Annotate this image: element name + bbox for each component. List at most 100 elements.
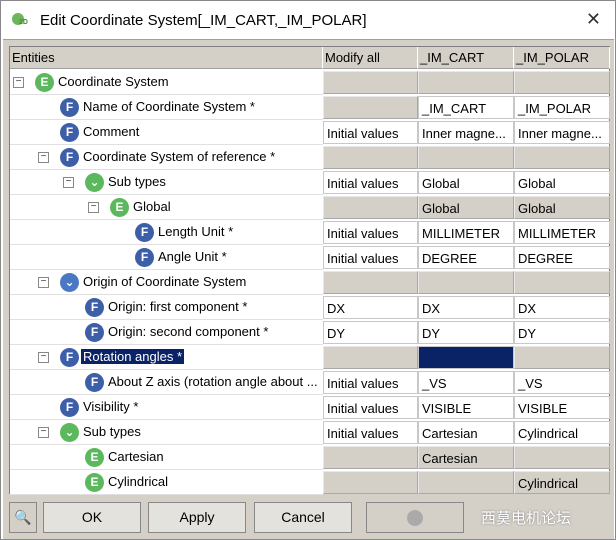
- modify-all-cell[interactable]: Initial values: [323, 121, 418, 144]
- modify-all-cell[interactable]: DX: [323, 296, 418, 319]
- im-cart-cell[interactable]: Cartesian: [418, 421, 514, 444]
- im-cart-cell[interactable]: _VS: [418, 371, 514, 394]
- collapse-toggle-icon[interactable]: −: [13, 77, 24, 88]
- tree-row[interactable]: − F Rotation angles *: [10, 345, 610, 370]
- modify-all-cell[interactable]: Initial values: [323, 221, 418, 244]
- tree-row[interactable]: F Visibility * Initial values VISIBLE VISIBL…: [10, 395, 610, 420]
- collapse-toggle-icon[interactable]: −: [88, 202, 99, 213]
- column-header-modify-all[interactable]: Modify all: [323, 47, 418, 69]
- im-polar-cell[interactable]: Cylindrical: [514, 421, 610, 444]
- field-icon: F: [135, 248, 154, 267]
- entity-cell[interactable]: F About Z axis (rotation angle about ...: [10, 370, 323, 395]
- modify-all-cell[interactable]: Initial values: [323, 421, 418, 444]
- button-bar: 🔍 OK Apply Cancel 西莫电机论坛: [9, 499, 610, 537]
- close-button[interactable]: ✕: [586, 9, 601, 30]
- modify-all-cell[interactable]: Initial values: [323, 171, 418, 194]
- entity-cell[interactable]: − ⌄ Sub types: [10, 420, 323, 445]
- im-cart-cell[interactable]: [418, 346, 514, 369]
- collapse-toggle-icon[interactable]: −: [38, 427, 49, 438]
- tree-row[interactable]: F Comment Initial values Inner magne... Inne…: [10, 120, 610, 145]
- collapse-toggle-icon[interactable]: −: [63, 177, 74, 188]
- entity-cell[interactable]: F Angle Unit *: [10, 245, 323, 270]
- tree-row[interactable]: − ⌄ Origin of Coordinate System: [10, 270, 610, 295]
- watermark: 西莫电机论坛: [481, 510, 572, 527]
- field-icon: F: [135, 223, 154, 242]
- apply-button[interactable]: Apply: [148, 502, 246, 533]
- im-cart-cell: [418, 271, 514, 294]
- entity-cell[interactable]: E Cartesian: [10, 445, 323, 470]
- entity-cell[interactable]: F Origin: second component *: [10, 320, 323, 345]
- help-icon[interactable]: 🔍: [9, 502, 37, 533]
- im-cart-cell[interactable]: Inner magne...: [418, 121, 514, 144]
- entity-cell[interactable]: − E Coordinate System: [10, 70, 323, 95]
- entity-label: Length Unit *: [158, 224, 234, 239]
- cancel-button[interactable]: Cancel: [254, 502, 352, 533]
- im-polar-cell[interactable]: DEGREE: [514, 246, 610, 269]
- im-cart-cell[interactable]: VISIBLE: [418, 396, 514, 419]
- modify-all-cell: [323, 71, 418, 94]
- column-header-im-cart[interactable]: _IM_CART: [418, 47, 514, 69]
- im-polar-cell[interactable]: MILLIMETER: [514, 221, 610, 244]
- modify-all-cell[interactable]: Initial values: [323, 396, 418, 419]
- field-icon: F: [85, 373, 104, 392]
- im-cart-cell[interactable]: _IM_CART: [418, 96, 514, 119]
- entity-cell[interactable]: − ⌄ Sub types: [10, 170, 323, 195]
- entity-label: Sub types: [83, 424, 141, 439]
- modify-all-cell[interactable]: Initial values: [323, 371, 418, 394]
- im-polar-cell[interactable]: DX: [514, 296, 610, 319]
- entity-cell[interactable]: − E Global: [10, 195, 323, 220]
- im-polar-cell[interactable]: Inner magne...: [514, 121, 610, 144]
- tree-row[interactable]: F Name of Coordinate System * _IM_CART _IM_…: [10, 95, 610, 120]
- im-polar-cell[interactable]: _VS: [514, 371, 610, 394]
- tree-row[interactable]: E Cartesian Cartesian: [10, 445, 610, 470]
- tree-row[interactable]: F Origin: second component * DY DY DY: [10, 320, 610, 345]
- tree-row[interactable]: F Origin: first component * DX DX DX: [10, 295, 610, 320]
- im-polar-cell[interactable]: DY: [514, 321, 610, 344]
- modify-all-cell: [323, 196, 418, 219]
- im-cart-cell[interactable]: DY: [418, 321, 514, 344]
- im-cart-cell[interactable]: Global: [418, 171, 514, 194]
- im-cart-cell[interactable]: DX: [418, 296, 514, 319]
- tree-row[interactable]: − ⌄ Sub types Initial values Cartesian Cylind…: [10, 420, 610, 445]
- entity-cell[interactable]: F Name of Coordinate System *: [10, 95, 323, 120]
- im-polar-cell: [514, 271, 610, 294]
- im-cart-cell[interactable]: DEGREE: [418, 246, 514, 269]
- ok-button[interactable]: OK: [43, 502, 141, 533]
- im-polar-cell[interactable]: VISIBLE: [514, 396, 610, 419]
- entity-label: Name of Coordinate System *: [83, 99, 255, 114]
- entity-label: Cartesian: [108, 449, 164, 464]
- entity-cell[interactable]: F Length Unit *: [10, 220, 323, 245]
- collapse-toggle-icon[interactable]: −: [38, 352, 49, 363]
- column-header-entities[interactable]: Entities: [10, 47, 323, 69]
- entity-icon: E: [85, 448, 104, 467]
- modify-all-cell[interactable]: DY: [323, 321, 418, 344]
- tree-row[interactable]: − E Coordinate System: [10, 70, 610, 95]
- entity-cell[interactable]: − F Coordinate System of reference *: [10, 145, 323, 170]
- subtype-icon: ⌄: [85, 173, 104, 192]
- tree-row[interactable]: F Angle Unit * Initial values DEGREE DEGREE: [10, 245, 610, 270]
- entity-icon: E: [110, 198, 129, 217]
- im-cart-cell[interactable]: MILLIMETER: [418, 221, 514, 244]
- entity-cell[interactable]: F Comment: [10, 120, 323, 145]
- entity-cell[interactable]: − F Rotation angles *: [10, 345, 323, 370]
- tree-row[interactable]: F Length Unit * Initial values MILLIMETER MI…: [10, 220, 610, 245]
- status-button[interactable]: [366, 502, 464, 533]
- tree-row[interactable]: F About Z axis (rotation angle about ... I…: [10, 370, 610, 395]
- im-polar-cell[interactable]: Global: [514, 171, 610, 194]
- entity-cell[interactable]: E Cylindrical: [10, 470, 323, 495]
- collapse-toggle-icon[interactable]: −: [38, 152, 49, 163]
- entity-cell[interactable]: F Visibility *: [10, 395, 323, 420]
- entity-cell[interactable]: − ⌄ Origin of Coordinate System: [10, 270, 323, 295]
- modify-all-cell: [323, 271, 418, 294]
- entity-cell[interactable]: F Origin: first component *: [10, 295, 323, 320]
- subtype-icon: ⌄: [60, 423, 79, 442]
- tree-row[interactable]: E Cylindrical Cylindrical: [10, 470, 610, 495]
- im-polar-cell[interactable]: _IM_POLAR: [514, 96, 610, 119]
- modify-all-cell[interactable]: Initial values: [323, 246, 418, 269]
- tree-row[interactable]: − ⌄ Sub types Initial values Global Global: [10, 170, 610, 195]
- column-header-im-polar[interactable]: _IM_POLAR: [514, 47, 610, 69]
- tree-row[interactable]: − F Coordinate System of reference *: [10, 145, 610, 170]
- entity-label: Origin: second component *: [108, 324, 269, 339]
- collapse-toggle-icon[interactable]: −: [38, 277, 49, 288]
- tree-row[interactable]: − E Global Global Global: [10, 195, 610, 220]
